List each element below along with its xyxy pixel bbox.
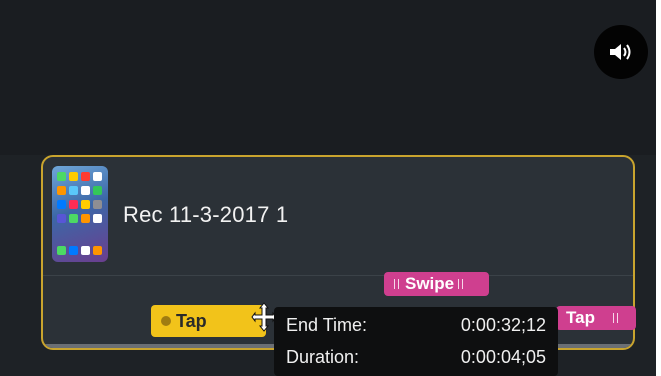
end-time-value: 0:00:32;12 — [460, 315, 546, 335]
tap-label: Tap — [566, 308, 595, 327]
swipe-gesture-marker[interactable]: Swipe — [384, 272, 489, 296]
duration-label: Duration: — [286, 347, 360, 367]
end-time-label: End Time: — [286, 315, 368, 335]
timing-tooltip: End Time: 0:00:32;12 Duration: 0:00:04;0… — [274, 307, 558, 376]
end-time-row: End Time: 0:00:32;12 — [286, 315, 546, 339]
grip-handle-icon[interactable] — [394, 279, 399, 289]
duration-row: Duration: 0:00:04;05 — [286, 347, 546, 371]
duration-value: 0:00:04;05 — [460, 347, 546, 367]
clip-thumbnail — [52, 166, 108, 262]
grip-handle-icon[interactable] — [612, 313, 618, 323]
tap-gesture-marker[interactable]: Tap — [556, 306, 636, 330]
clip-divider — [43, 275, 633, 276]
clip-title: Rec 11-3-2017 1 — [123, 202, 289, 227]
video-preview-area: Rec 11-3-2017 1 Swipe Tap Tap End Time: … — [0, 0, 656, 376]
speaker-volume-icon — [610, 44, 631, 60]
preview-top-band — [0, 0, 656, 155]
tap-dot-icon — [161, 316, 171, 326]
tap-label: Tap — [176, 310, 207, 331]
swipe-label: Swipe — [405, 274, 455, 293]
tap-gesture-marker-selected[interactable]: Tap — [151, 305, 266, 337]
grip-handle-icon[interactable] — [458, 279, 464, 289]
volume-button[interactable] — [594, 25, 648, 79]
